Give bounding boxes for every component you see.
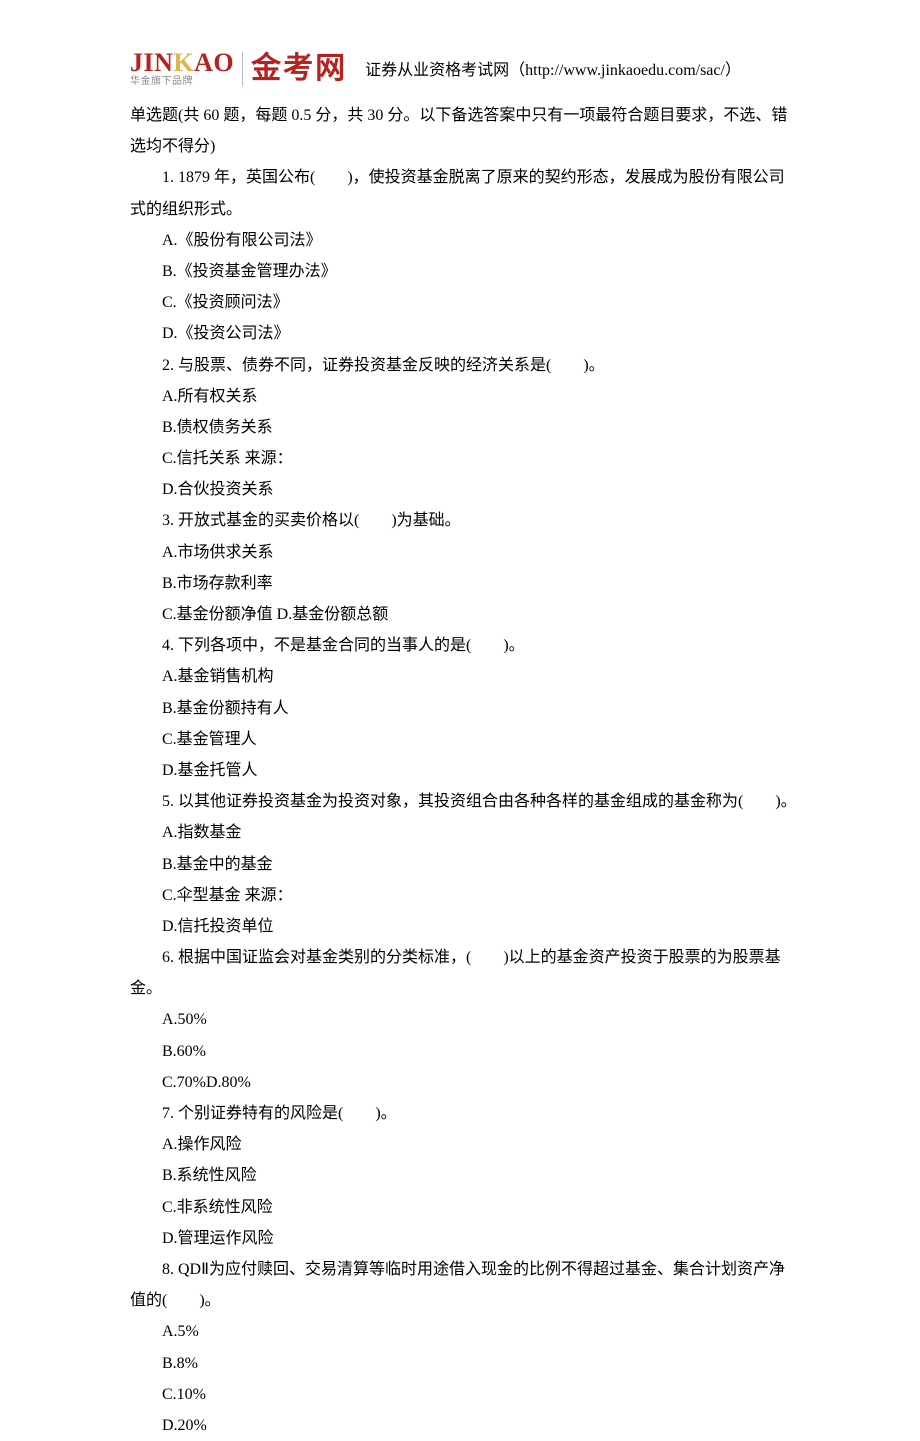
question-stem: 7. 个别证券特有的风险是( )。 [130,1098,800,1129]
logo-en-in: IN [144,48,174,77]
question-option: C.基金管理人 [130,724,800,755]
section-instructions: 单选题(共 60 题，每题 0.5 分，共 30 分。以下备选答案中只有一项最符… [130,100,800,162]
logo-subtitle: 华金旗下品牌 [130,76,234,88]
question-stem: 1. 1879 年，英国公布( )，使投资基金脱离了原来的契约形态，发展成为股份… [130,162,800,224]
question-option: A.市场供求关系 [130,537,800,568]
question-option: B.债权债务关系 [130,412,800,443]
question-option: D.信托投资单位 [130,911,800,942]
question-option: C.《投资顾问法》 [130,287,800,318]
logo-cn: 金考网 [251,54,347,84]
logo: JINKAO 华金旗下品牌 金考网 [130,50,347,88]
page-header: JINKAO 华金旗下品牌 金考网 证券从业资格考试网（http://www.j… [130,50,800,88]
question-option: B.系统性风险 [130,1160,800,1191]
question-option: C.伞型基金 来源： [130,880,800,911]
question-stem: 5. 以其他证券投资基金为投资对象，其投资组合由各种各样的基金组成的基金称为( … [98,786,800,817]
question-option: C.基金份额净值 D.基金份额总额 [130,599,800,630]
site-link[interactable]: 证券从业资格考试网（http://www.jinkaoedu.com/sac/） [365,55,741,88]
question-option: C.信托关系 来源： [130,443,800,474]
logo-en-k: K [173,48,194,77]
question-option: C.70%D.80% [130,1067,800,1098]
question-option: A.《股份有限公司法》 [130,225,800,256]
question-stem: 2. 与股票、债券不同，证券投资基金反映的经济关系是( )。 [130,350,800,381]
question-stem: 3. 开放式基金的买卖价格以( )为基础。 [130,505,800,536]
question-stem: 4. 下列各项中，不是基金合同的当事人的是( )。 [130,630,800,661]
question-option: B.《投资基金管理办法》 [130,256,800,287]
question-stem: 6. 根据中国证监会对基金类别的分类标准，( )以上的基金资产投资于股票的为股票… [98,942,800,1004]
question-option: A.5% [130,1316,800,1347]
question-option: B.市场存款利率 [130,568,800,599]
question-option: B.基金份额持有人 [130,693,800,724]
question-option: B.60% [130,1036,800,1067]
question-option: D.合伙投资关系 [130,474,800,505]
question-option: A.基金销售机构 [130,661,800,692]
question-option: C.非系统性风险 [130,1192,800,1223]
question-option: D.20% [130,1410,800,1441]
logo-en: JINKAO [130,50,234,76]
question-option: B.8% [130,1348,800,1379]
question-option: D.基金托管人 [130,755,800,786]
question-option: C.10% [130,1379,800,1410]
document-body: 单选题(共 60 题，每题 0.5 分，共 30 分。以下备选答案中只有一项最符… [130,100,800,1441]
logo-divider [242,52,243,86]
question-option: D.《投资公司法》 [130,318,800,349]
question-stem: 8. QDⅡ为应付赎回、交易清算等临时用途借入现金的比例不得超过基金、集合计划资… [98,1254,800,1316]
logo-left: JINKAO 华金旗下品牌 [130,50,234,88]
question-option: A.所有权关系 [130,381,800,412]
question-option: D.管理运作风险 [130,1223,800,1254]
question-option: A.操作风险 [130,1129,800,1160]
question-option: A.50% [130,1004,800,1035]
logo-en-j: J [130,48,144,77]
question-option: A.指数基金 [130,817,800,848]
logo-en-ao: AO [194,48,234,77]
question-option: B.基金中的基金 [130,849,800,880]
